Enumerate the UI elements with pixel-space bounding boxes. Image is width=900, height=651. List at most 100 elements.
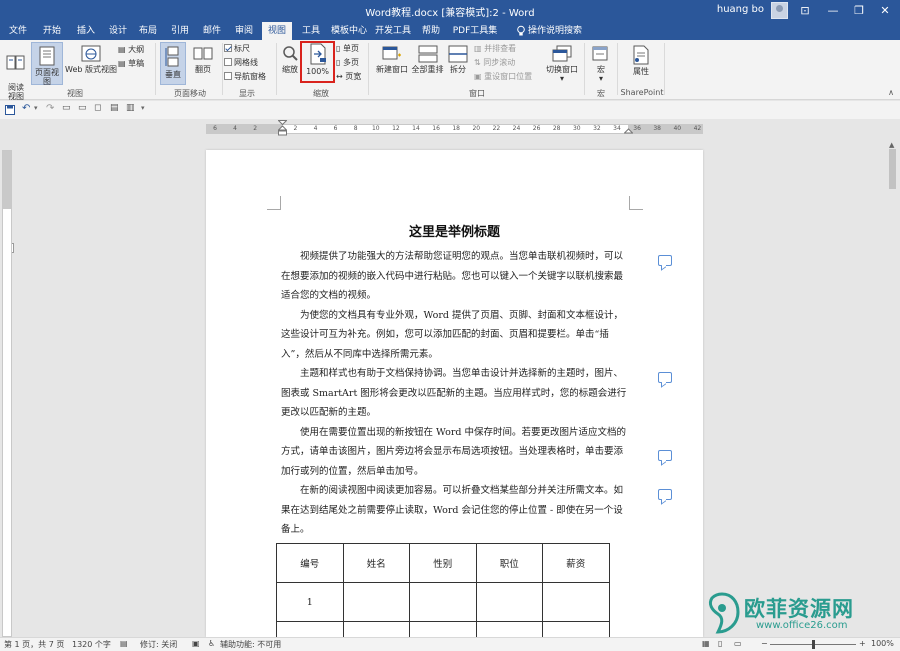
tab-file[interactable]: 文件 (4, 22, 32, 40)
track-changes-status[interactable]: 修订: 关闭 (140, 639, 177, 650)
vertical-ruler[interactable] (2, 150, 12, 637)
qat-tool-icon[interactable]: ▭ (62, 103, 71, 113)
minimize-button[interactable]: — (820, 0, 846, 22)
qat-tool-icon[interactable]: ▥ (126, 103, 135, 113)
horizontal-ruler[interactable]: L 64224681012141618202224262830323436384… (0, 119, 900, 253)
table-cell[interactable] (409, 582, 477, 622)
tab-tools[interactable]: 工具 (298, 22, 324, 40)
read-mode-view-icon[interactable]: ▯ (718, 639, 722, 648)
table-cell[interactable] (475, 582, 543, 622)
comment-icon[interactable] (658, 372, 672, 383)
zoom-in-icon[interactable]: + (859, 639, 866, 648)
tab-design[interactable]: 设计 (104, 22, 132, 40)
scrollbar-thumb[interactable] (889, 149, 896, 189)
tab-references[interactable]: 引用 (166, 22, 194, 40)
undo-dropdown-icon[interactable]: ▾ (34, 104, 38, 112)
table-header-cell[interactable]: 性别 (409, 543, 477, 583)
ruler-checkbox[interactable]: 标尺 (224, 43, 250, 54)
table-cell[interactable]: 1 (276, 582, 344, 622)
undo-icon[interactable]: ↶ (22, 103, 30, 114)
document-page[interactable]: 这里是举例标题 视频提供了功能强大的方法帮助您证明您的观点。当您单击联机视频时，… (206, 150, 703, 637)
outline-button[interactable]: ▤ 大纲 (118, 44, 144, 55)
comment-icon[interactable] (658, 450, 672, 461)
table-cell[interactable] (409, 621, 477, 637)
tab-layout[interactable]: 布局 (134, 22, 162, 40)
view-side-by-side-button[interactable]: ▥ 并排查看 (474, 43, 516, 54)
proofing-icon[interactable]: ▤ (120, 639, 128, 648)
table-cell[interactable] (342, 621, 410, 637)
customize-qat-icon[interactable]: ▾ (141, 104, 145, 112)
user-name[interactable]: huang bo (717, 4, 764, 15)
macro-record-icon[interactable]: ▣ (192, 639, 200, 648)
paragraph[interactable]: 在新的阅读视图中阅读更加容易。可以折叠文档某些部分并关注所需文本。如果在达到结尾… (281, 481, 631, 540)
reset-window-position-button[interactable]: ▣ 重设窗口位置 (474, 71, 532, 82)
tab-template-center[interactable]: 模板中心 (330, 22, 368, 40)
ribbon-display-options-icon[interactable]: ⊡ (792, 0, 818, 22)
tab-review[interactable]: 审阅 (230, 22, 258, 40)
qat-tool-icon[interactable]: ◻ (94, 103, 101, 113)
zoom-level[interactable]: 100% (871, 639, 894, 648)
comment-icon[interactable] (658, 489, 672, 500)
tab-insert[interactable]: 插入 (72, 22, 100, 40)
page-count[interactable]: 第 1 页，共 7 页 (4, 639, 64, 650)
avatar[interactable] (771, 2, 788, 19)
sync-scroll-button[interactable]: ⇅ 同步滚动 (474, 57, 515, 68)
read-mode-button[interactable]: 阅读 视图 (3, 45, 29, 101)
collapse-ribbon-icon[interactable]: ∧ (888, 88, 894, 97)
tab-help[interactable]: 帮助 (418, 22, 444, 40)
redo-icon[interactable]: ↷ (46, 103, 54, 114)
one-page-button[interactable]: ▯ 单页 (336, 43, 359, 54)
split-button[interactable]: 拆分 (447, 45, 469, 74)
table-header-cell[interactable]: 职位 (475, 543, 543, 583)
restore-button[interactable]: ❐ (846, 0, 872, 22)
nav-pane-checkbox[interactable]: 导航窗格 (224, 71, 266, 82)
comment-icon[interactable] (658, 255, 672, 266)
scroll-up-icon[interactable]: ▲ (889, 141, 894, 149)
gridlines-checkbox[interactable]: 网格线 (224, 57, 258, 68)
paragraph[interactable]: 使用在需要位置出现的新按钮在 Word 中保存时间。若要更改图片适应文档的方式，… (281, 423, 631, 482)
vertical-button[interactable]: 垂直 (160, 42, 186, 85)
close-button[interactable]: ✕ (872, 0, 898, 22)
indent-marker-icon[interactable] (278, 120, 287, 138)
page-width-button[interactable]: ↔ 页宽 (336, 71, 361, 82)
table-header-cell[interactable]: 姓名 (342, 543, 410, 583)
accessibility-icon[interactable]: ♿ (208, 639, 215, 648)
zoom-button[interactable]: 缩放 (280, 45, 300, 74)
right-indent-marker-icon[interactable] (624, 128, 633, 136)
focus-mode-icon[interactable]: ▦ (702, 639, 710, 648)
table-header-cell[interactable]: 编号 (276, 543, 344, 583)
tab-pdf-tools[interactable]: PDF工具集 (452, 22, 498, 40)
print-layout-view-icon[interactable]: ▭ (734, 639, 742, 648)
macros-button[interactable]: 宏 ▾ (590, 45, 612, 83)
save-icon[interactable] (5, 105, 15, 115)
switch-windows-button[interactable]: 切换窗口 ▾ (545, 45, 579, 83)
new-window-button[interactable]: 新建窗口 (374, 45, 410, 74)
arrange-all-button[interactable]: 全部重排 (411, 45, 444, 74)
accessibility-status[interactable]: 辅助功能: 不可用 (220, 639, 281, 650)
table-cell[interactable] (542, 582, 610, 622)
zoom-slider-thumb[interactable] (812, 640, 815, 649)
table-cell[interactable]: 2 (276, 621, 344, 637)
document-title[interactable]: 这里是举例标题 (206, 221, 703, 240)
qat-tool-icon[interactable]: ▤ (110, 103, 119, 113)
word-count[interactable]: 1320 个字 (72, 639, 111, 650)
multiple-pages-button[interactable]: ▯ 多页 (336, 57, 359, 68)
web-layout-button[interactable]: Web 版式视图 (65, 45, 117, 74)
zoom-out-icon[interactable]: − (761, 639, 768, 648)
tab-developer[interactable]: 开发工具 (374, 22, 412, 40)
table-header-cell[interactable]: 薪资 (542, 543, 610, 583)
paragraph[interactable]: 主题和样式也有助于文档保持协调。当您单击设计并选择新的主题时，图片、图表或 Sm… (281, 364, 631, 423)
print-layout-button[interactable]: 页面视图 (31, 42, 63, 86)
draft-button[interactable]: ▤ 草稿 (118, 58, 144, 69)
paragraph[interactable]: 视频提供了功能强大的方法帮助您证明您的观点。当您单击联机视频时，可以在想要添加的… (281, 247, 631, 306)
properties-button[interactable]: 属性 (628, 45, 654, 76)
tab-mailings[interactable]: 邮件 (198, 22, 226, 40)
vertical-scrollbar[interactable]: ▲ (885, 139, 900, 637)
paragraph[interactable]: 为使您的文档具有专业外观，Word 提供了页眉、页脚、封面和文本框设计，这些设计… (281, 306, 631, 365)
document-table[interactable]: 编号 姓名 性别 职位 薪资 1 2 (276, 543, 610, 637)
side-to-side-button[interactable]: 翻页 (190, 45, 216, 74)
tab-home[interactable]: 开始 (38, 22, 66, 40)
qat-tool-icon[interactable]: ▭ (78, 103, 87, 113)
table-cell[interactable] (342, 582, 410, 622)
document-body[interactable]: 视频提供了功能强大的方法帮助您证明您的观点。当您单击联机视频时，可以在想要添加的… (281, 247, 631, 540)
